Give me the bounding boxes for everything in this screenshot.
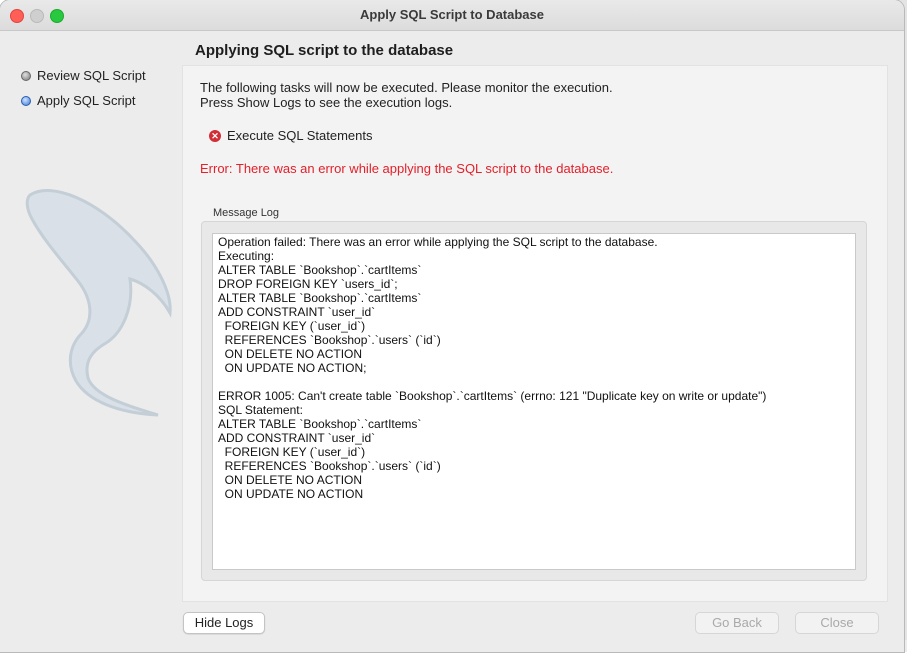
dolphin-watermark-icon — [25, 189, 172, 417]
apply-sql-dialog: Apply SQL Script to Database Review SQL … — [0, 0, 904, 652]
task-label: Execute SQL Statements — [227, 128, 373, 143]
page-title: Applying SQL script to the database — [195, 42, 454, 59]
step-current-bullet-icon — [21, 95, 31, 106]
step-apply-sql-script: Apply SQL Script — [21, 93, 136, 108]
close-button[interactable]: Close — [795, 612, 879, 634]
step-review-sql-script: Review SQL Script — [21, 68, 146, 83]
go-back-button[interactable]: Go Back — [695, 612, 779, 634]
step-done-bullet-icon — [21, 70, 31, 81]
task-execute-sql-statements: ✕ Execute SQL Statements — [209, 128, 372, 143]
error-icon: ✕ — [209, 129, 221, 142]
step-label: Apply SQL Script — [37, 93, 136, 108]
step-label: Review SQL Script — [37, 68, 146, 83]
error-message: Error: There was an error while applying… — [200, 161, 614, 176]
message-log-label: Message Log — [213, 207, 280, 219]
intro-text: The following tasks will now be executed… — [200, 80, 613, 110]
intro-line-1: The following tasks will now be executed… — [200, 80, 613, 95]
message-log-textarea[interactable]: Operation failed: There was an error whi… — [212, 233, 856, 570]
title-bar: Apply SQL Script to Database — [0, 0, 904, 31]
window-title: Apply SQL Script to Database — [360, 7, 544, 22]
message-log-text: Operation failed: There was an error whi… — [218, 235, 767, 501]
hide-logs-button[interactable]: Hide Logs — [183, 612, 265, 634]
intro-line-2: Press Show Logs to see the execution log… — [200, 95, 453, 110]
